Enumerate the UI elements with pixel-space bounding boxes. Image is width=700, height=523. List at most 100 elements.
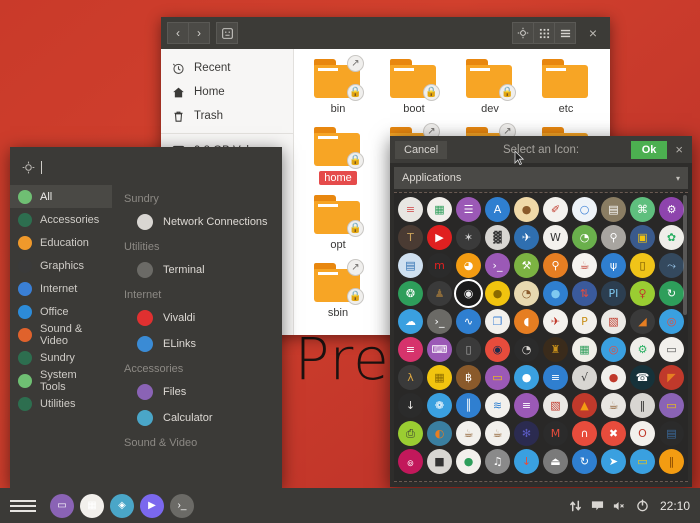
file-item[interactable]: etc: [528, 59, 604, 127]
graph-icon[interactable]: ⤳: [659, 253, 684, 278]
hamburger-menu-icon[interactable]: [10, 499, 36, 512]
scrollbar-thumb[interactable]: [683, 195, 687, 315]
location-volume-icon[interactable]: [216, 22, 238, 44]
menu-category-system-tools[interactable]: System Tools: [10, 369, 112, 393]
folder-icon[interactable]: ▭: [485, 365, 510, 390]
menu-category-utilities[interactable]: Utilities: [10, 392, 112, 415]
lock-icon[interactable]: ▯: [630, 253, 655, 278]
forward-button[interactable]: ›: [188, 22, 210, 44]
list-icon[interactable]: ≡: [398, 337, 423, 362]
gmail-icon[interactable]: M: [543, 421, 568, 446]
file-item[interactable]: 🔒 opt: [300, 195, 376, 263]
chart-icon[interactable]: ▦: [427, 197, 452, 222]
cloud-icon[interactable]: ☁: [398, 309, 423, 334]
lifebuoy-icon[interactable]: ◎: [659, 309, 684, 334]
world-icon[interactable]: ●: [456, 449, 481, 474]
menu-category-office[interactable]: Office: [10, 300, 112, 323]
pills-icon[interactable]: ●: [601, 365, 626, 390]
sofa-icon[interactable]: ▭: [659, 393, 684, 418]
lambda-icon[interactable]: λ: [398, 365, 423, 390]
terminal-icon[interactable]: ›_: [485, 253, 510, 278]
menu-app-elinks[interactable]: ELinks: [124, 331, 272, 357]
fan-icon[interactable]: ◤: [659, 365, 684, 390]
barcode-icon[interactable]: ‖: [630, 393, 655, 418]
menu-category-accessories[interactable]: Accessories: [10, 208, 112, 231]
file-item[interactable]: 🔒 boot: [376, 59, 452, 127]
menu-category-education[interactable]: Education: [10, 231, 112, 254]
toggle-icon[interactable]: ▭: [659, 337, 684, 362]
wave-icon[interactable]: ∿: [456, 309, 481, 334]
camera-icon[interactable]: ◉: [454, 279, 483, 308]
menu-category-all[interactable]: All: [10, 185, 112, 208]
download-icon[interactable]: ↓: [398, 393, 423, 418]
ok-button[interactable]: Ok: [630, 140, 668, 159]
settings-toggle-icon[interactable]: ≡: [398, 197, 423, 222]
plane-icon[interactable]: ✈: [543, 309, 568, 334]
key-icon[interactable]: ♀: [630, 281, 655, 306]
grid-view-icon[interactable]: [533, 22, 555, 44]
notification-icon[interactable]: [591, 500, 604, 512]
sync-icon[interactable]: ↻: [659, 281, 684, 306]
close-icon[interactable]: ×: [582, 22, 604, 44]
calculator-launcher-icon[interactable]: ▦: [80, 493, 104, 518]
downloader-icon[interactable]: ↓: [514, 449, 539, 474]
star-icon[interactable]: ✻: [514, 421, 539, 446]
files-launcher-icon[interactable]: ▭: [50, 493, 74, 518]
menu-app-network-connections[interactable]: Network Connections: [124, 209, 272, 235]
menu-app-calculator[interactable]: Calculator: [124, 405, 272, 431]
file-item[interactable]: ↗ 🔒 bin: [300, 55, 376, 127]
clock-icon[interactable]: ◔: [514, 281, 539, 306]
close-icon[interactable]: ✖: [601, 421, 626, 446]
chart2-icon[interactable]: ◢: [630, 309, 655, 334]
settings-launcher-icon[interactable]: ◈: [110, 493, 134, 518]
db-icon[interactable]: ≡: [514, 393, 539, 418]
checker-icon[interactable]: ▦: [572, 337, 597, 362]
youtube-icon[interactable]: ▶: [427, 225, 452, 250]
earth-icon[interactable]: ●: [514, 365, 539, 390]
music-icon[interactable]: ♫: [485, 449, 510, 474]
phone-icon[interactable]: ▯: [456, 337, 481, 362]
bird-icon[interactable]: ➤: [601, 449, 626, 474]
pen-icon[interactable]: ✐: [543, 197, 568, 222]
terminal-launcher-icon[interactable]: ›_: [170, 493, 194, 518]
magnifier-icon[interactable]: ⚲: [601, 225, 626, 250]
piechart-icon[interactable]: ◕: [456, 253, 481, 278]
document-icon[interactable]: ☰: [456, 197, 481, 222]
window-icon[interactable]: ▤: [398, 253, 423, 278]
ws-icon[interactable]: ≋: [485, 393, 510, 418]
sidebar-item-trash[interactable]: Trash: [161, 104, 293, 128]
fish-icon[interactable]: ◐: [427, 421, 452, 446]
rss-icon[interactable]: ◔: [572, 225, 597, 250]
tex-icon[interactable]: T: [398, 225, 423, 250]
pause-icon[interactable]: ║: [456, 393, 481, 418]
cpu-icon[interactable]: ▦: [427, 365, 452, 390]
menu-category-sound-video[interactable]: Sound & Video: [10, 323, 112, 347]
opera-icon[interactable]: O: [630, 421, 655, 446]
menu-app-terminal[interactable]: Terminal: [124, 257, 272, 283]
file-item[interactable]: ↗ 🔒 sbin: [300, 259, 376, 331]
globe-icon[interactable]: ●: [543, 281, 568, 306]
search-icon[interactable]: [512, 22, 534, 44]
back-button[interactable]: ‹: [167, 22, 189, 44]
menu-category-sundry[interactable]: Sundry: [10, 346, 112, 369]
abacus-icon[interactable]: ▤: [601, 197, 626, 222]
network2-icon[interactable]: ▤: [659, 421, 684, 446]
bitcoin-icon[interactable]: ฿: [456, 365, 481, 390]
loop-icon[interactable]: ○: [572, 197, 597, 222]
file-item[interactable]: 🔒 dev: [452, 59, 528, 127]
bash-icon[interactable]: ◖: [514, 309, 539, 334]
moon-icon[interactable]: ◔: [514, 337, 539, 362]
volume-muted-icon[interactable]: [613, 500, 627, 512]
java3-icon[interactable]: ☕: [485, 421, 510, 446]
lifebuoy2-icon[interactable]: ◎: [601, 337, 626, 362]
icon-category-dropdown[interactable]: Applications ▾: [394, 167, 688, 189]
eye-icon[interactable]: ◉: [485, 337, 510, 362]
file-item[interactable]: 🔒 home: [300, 127, 376, 195]
parole-icon[interactable]: P: [572, 309, 597, 334]
bulb-icon[interactable]: ●: [485, 281, 510, 306]
folder2-icon[interactable]: ▭: [630, 449, 655, 474]
search-icon[interactable]: ⚲: [543, 253, 568, 278]
font-icon[interactable]: A: [485, 197, 510, 222]
telegram-icon[interactable]: ✈: [514, 225, 539, 250]
particles-icon[interactable]: ✶: [456, 225, 481, 250]
